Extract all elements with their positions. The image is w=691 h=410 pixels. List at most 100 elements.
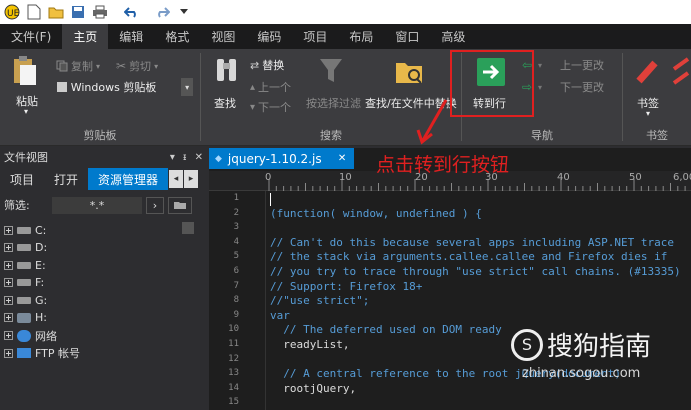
new-file-icon[interactable] (25, 3, 43, 21)
bookmark-dropdown-icon[interactable]: ▾ (646, 109, 650, 118)
line-number: 13 (228, 368, 239, 379)
funnel-icon (320, 59, 342, 82)
editor-tab[interactable]: ◆ jquery-1.10.2.js ✕ (209, 148, 354, 169)
paste-dropdown-icon[interactable]: ▾ (24, 107, 28, 116)
ribbon: 粘贴 ▾ 复制 ▾ ✂ 剪切 ▾ Windows 剪贴板 ▾ 剪贴板 查找 ⇄ … (0, 49, 691, 146)
redo-icon[interactable] (153, 3, 171, 21)
ftp-icon (17, 348, 31, 359)
open-folder-icon[interactable] (47, 3, 65, 21)
tree-item-network[interactable]: 网络 (4, 328, 204, 344)
close-icon[interactable]: ✕ (195, 152, 203, 163)
expand-icon[interactable] (4, 278, 13, 288)
line-number: 3 (233, 222, 239, 233)
close-tab-icon[interactable]: ✕ (338, 153, 346, 164)
expand-icon[interactable] (4, 348, 13, 358)
tab-view[interactable]: 视图 (200, 24, 246, 49)
folder-search-icon (396, 63, 422, 84)
tab-edit[interactable]: 编辑 (108, 24, 154, 49)
code-line: var (270, 308, 290, 322)
line-number: 14 (228, 382, 239, 393)
line-number: 6 (233, 266, 239, 276)
expand-icon[interactable] (4, 313, 13, 323)
panel-title: 文件视图 (4, 151, 48, 164)
tab-file[interactable]: 文件(F) (0, 24, 62, 49)
tree-item-e[interactable]: E: (4, 257, 204, 273)
tree-item-h[interactable]: H: (4, 310, 204, 326)
expand-icon[interactable] (4, 243, 13, 253)
replace-button[interactable]: ⇄ 替换 (250, 57, 284, 73)
tab-project[interactable]: 项目 (0, 168, 44, 190)
find-prev-button[interactable]: ▴ 上一个 (250, 79, 291, 95)
filter-label: 按选择过滤 (306, 97, 361, 110)
tab-project[interactable]: 项目 (292, 24, 338, 49)
tab-home[interactable]: 主页 (62, 24, 109, 49)
tree-label: F: (35, 276, 45, 290)
tab-window[interactable]: 窗口 (384, 24, 430, 49)
tree-item-f[interactable]: F: (4, 275, 204, 291)
cut-label: 剪切 (129, 60, 152, 73)
expand-icon[interactable] (4, 295, 13, 305)
tree-item-d[interactable]: D: (4, 240, 204, 256)
find-next-button[interactable]: ▾ 下一个 (250, 99, 291, 115)
code-line: // the stack via arguments.callee.callee… (270, 250, 668, 264)
line-number: 11 (228, 339, 239, 349)
filter-button[interactable] (318, 57, 344, 88)
replace-icon: ⇄ (250, 58, 260, 72)
tab-layout[interactable]: 布局 (338, 24, 384, 49)
find-button[interactable] (214, 57, 240, 88)
clipboard-select[interactable]: Windows 剪贴板 ▾ (56, 77, 193, 97)
watermark-url: zhinan.sogou.com (522, 366, 641, 381)
bookmark-next-button[interactable] (672, 57, 691, 96)
cut-button[interactable]: ✂ 剪切 ▾ (116, 58, 158, 74)
tree-label: C: (35, 223, 47, 237)
expand-icon[interactable] (4, 331, 13, 341)
tab-open[interactable]: 打开 (44, 168, 88, 190)
network-icon (17, 329, 31, 342)
line-number: 4 (233, 236, 239, 247)
tab-encoding[interactable]: 编码 (246, 24, 292, 49)
svg-text:UE: UE (7, 9, 20, 19)
copy-button[interactable]: 复制 ▾ (56, 58, 100, 74)
expand-icon[interactable] (4, 260, 13, 270)
pin-icon[interactable]: ᵻ (183, 152, 187, 163)
code-line: (function( window, undefined ) { (270, 206, 482, 220)
code-line: // The deferred used on DOM ready (270, 323, 502, 337)
cut-dropdown-icon[interactable]: ▾ (154, 62, 158, 71)
nav-dropdown-icon: ▾ (538, 82, 543, 92)
tab-advanced[interactable]: 高级 (430, 24, 476, 49)
copy-dropdown-icon[interactable]: ▾ (96, 62, 100, 71)
replace-label: 替换 (262, 59, 285, 72)
dropdown-icon[interactable] (175, 3, 193, 21)
panel-menu-icon[interactable]: ▾ (170, 152, 175, 163)
folder-icon[interactable] (168, 196, 192, 214)
filter-apply-icon[interactable]: › (146, 196, 164, 214)
tab-scroll-right-icon[interactable]: ▸ (184, 170, 199, 188)
paste-button[interactable] (12, 55, 38, 90)
text-cursor (270, 193, 271, 206)
expand-icon[interactable] (4, 225, 13, 235)
find-in-files-button[interactable] (394, 57, 424, 88)
clipboard-dropdown-icon[interactable]: ▾ (181, 78, 193, 96)
line-number-gutter: 1 2 3 4 5 6 7 8 9 10 11 12 13 14 15 (209, 191, 264, 410)
filter-input[interactable]: *.* (52, 196, 142, 214)
print-icon[interactable] (91, 3, 109, 21)
code-line: //"use strict"; (270, 294, 370, 308)
paste-icon (14, 56, 36, 85)
clipboard-icon (57, 82, 67, 92)
tree-item-g[interactable]: G: (4, 292, 204, 308)
save-icon[interactable] (69, 3, 87, 21)
undo-icon[interactable] (123, 3, 141, 21)
tab-scroll-left-icon[interactable]: ◂ (169, 170, 184, 188)
code-line: // Can't do this because several apps in… (270, 235, 674, 249)
next-change-button[interactable]: ⇨ ▾ 下一更改 (522, 79, 604, 95)
bookmark-button[interactable] (633, 57, 659, 88)
network-drive-icon (17, 312, 31, 323)
tree-item-ftp[interactable]: FTP 帐号 (4, 345, 204, 361)
tab-explorer[interactable]: 资源管理器 (88, 168, 169, 190)
line-number: 1 (233, 193, 239, 203)
file-view-panel: 文件视图 ▾ ᵻ ✕ 项目 打开 资源管理器 ◂ ▸ 筛选: *.* › C: … (0, 148, 207, 410)
next-change-label: 下一更改 (560, 81, 605, 94)
prev-change-button[interactable]: ⇦ ▾ 上一更改 (522, 57, 604, 73)
tree-item-c[interactable]: C: (4, 222, 204, 238)
tab-format[interactable]: 格式 (154, 24, 200, 49)
